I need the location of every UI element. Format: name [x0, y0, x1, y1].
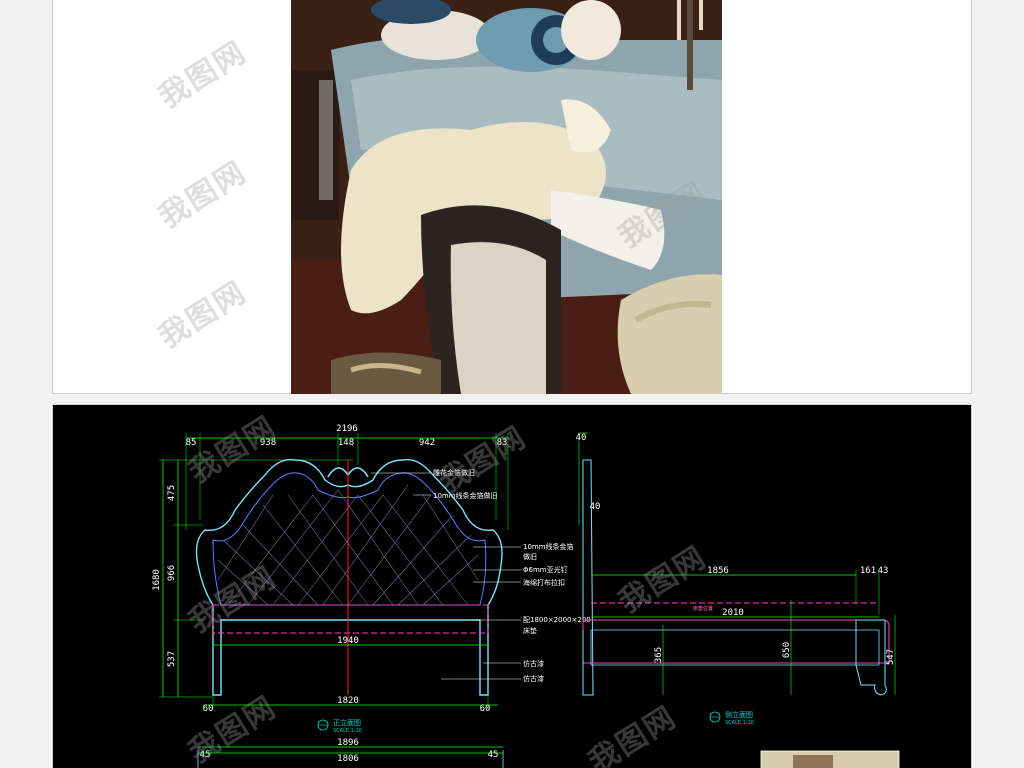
mattress-outline [212, 604, 489, 634]
dim-left: 938 [260, 438, 276, 448]
dim-side-length: 1856 [707, 566, 729, 576]
mattress-position-label: 床垫位置 [693, 605, 713, 612]
watermark-text: 我图网 [152, 34, 253, 116]
bed-photo [291, 0, 722, 394]
callout-note: 雕花金箔做旧 [433, 468, 475, 477]
callout-note: Φ6mm亚光钉 [523, 565, 568, 574]
dim-top-height: 475 [167, 485, 177, 501]
dim-side-total: 2010 [722, 608, 744, 618]
dim-side-foot: 547 [886, 649, 896, 665]
dim-side-end: 161 [860, 566, 876, 576]
dim-right-2: 45 [488, 750, 499, 760]
callout-note: 仿古漆 [523, 659, 544, 668]
dim-outer-width: 1896 [337, 738, 359, 748]
photo-panel: 我图网 我图网 我图网 我图网 [52, 0, 972, 394]
dim-side-head: 650 [782, 642, 792, 658]
dim-total-height: 1680 [152, 569, 162, 591]
dim-right-end: 83 [497, 438, 508, 448]
side-elevation-title: 侧立面图 [725, 710, 753, 719]
side-headboard [582, 459, 594, 696]
side-footboard [855, 619, 887, 696]
dim-middle-height: 966 [167, 565, 177, 581]
dim-total-width: 2196 [336, 424, 358, 434]
dim-right: 942 [419, 438, 435, 448]
dim-center: 148 [338, 438, 354, 448]
callout-note: 10mm线条金箔 [523, 542, 574, 551]
front-elevation-scale: SCALE 1:10 [333, 728, 362, 734]
dim-left-2: 45 [200, 750, 211, 760]
callout-note: 海绵打布拉扣 [523, 578, 565, 587]
dim-side-rail: 365 [654, 647, 664, 663]
callout-note: 配1800×2000×200 [523, 616, 591, 624]
dim-leg-right: 60 [480, 704, 491, 714]
bed-photo-image [291, 0, 722, 394]
front-elevation-title: 正立面图 [333, 718, 361, 727]
front-elevation: 2196 85 938 148 942 83 1680 475 966 537 [152, 424, 591, 768]
cad-drawing: 2196 85 938 148 942 83 1680 475 966 537 [152, 424, 900, 768]
dim-left-end: 85 [186, 438, 197, 448]
side-elevation: 40 40 1856 161 43 床垫位置 2010 365 650 547 … [576, 432, 900, 768]
callout-note: 做旧 [523, 552, 537, 561]
side-elevation-scale: SCALE 1:10 [725, 720, 754, 726]
callout-note: 床垫 [523, 626, 537, 635]
watermark-text: 我图网 [152, 274, 253, 356]
callout-note: 10mm线条金箔做旧 [433, 491, 498, 500]
cad-drawing-panel: 2196 85 938 148 942 83 1680 475 966 537 [52, 404, 972, 768]
dim-side-top: 40 [576, 433, 587, 443]
dim-inner-width-2: 1806 [337, 754, 359, 764]
callout-note: 仿古漆 [523, 674, 544, 683]
side-rail [590, 629, 880, 666]
watermark-text: 我图网 [152, 154, 253, 236]
dim-inner-width: 1820 [337, 696, 359, 706]
dim-seat-width: 1940 [337, 636, 359, 646]
dim-leg-left: 60 [203, 704, 214, 714]
side-rail-upper [582, 619, 890, 664]
dim-bottom-height: 537 [167, 651, 177, 667]
